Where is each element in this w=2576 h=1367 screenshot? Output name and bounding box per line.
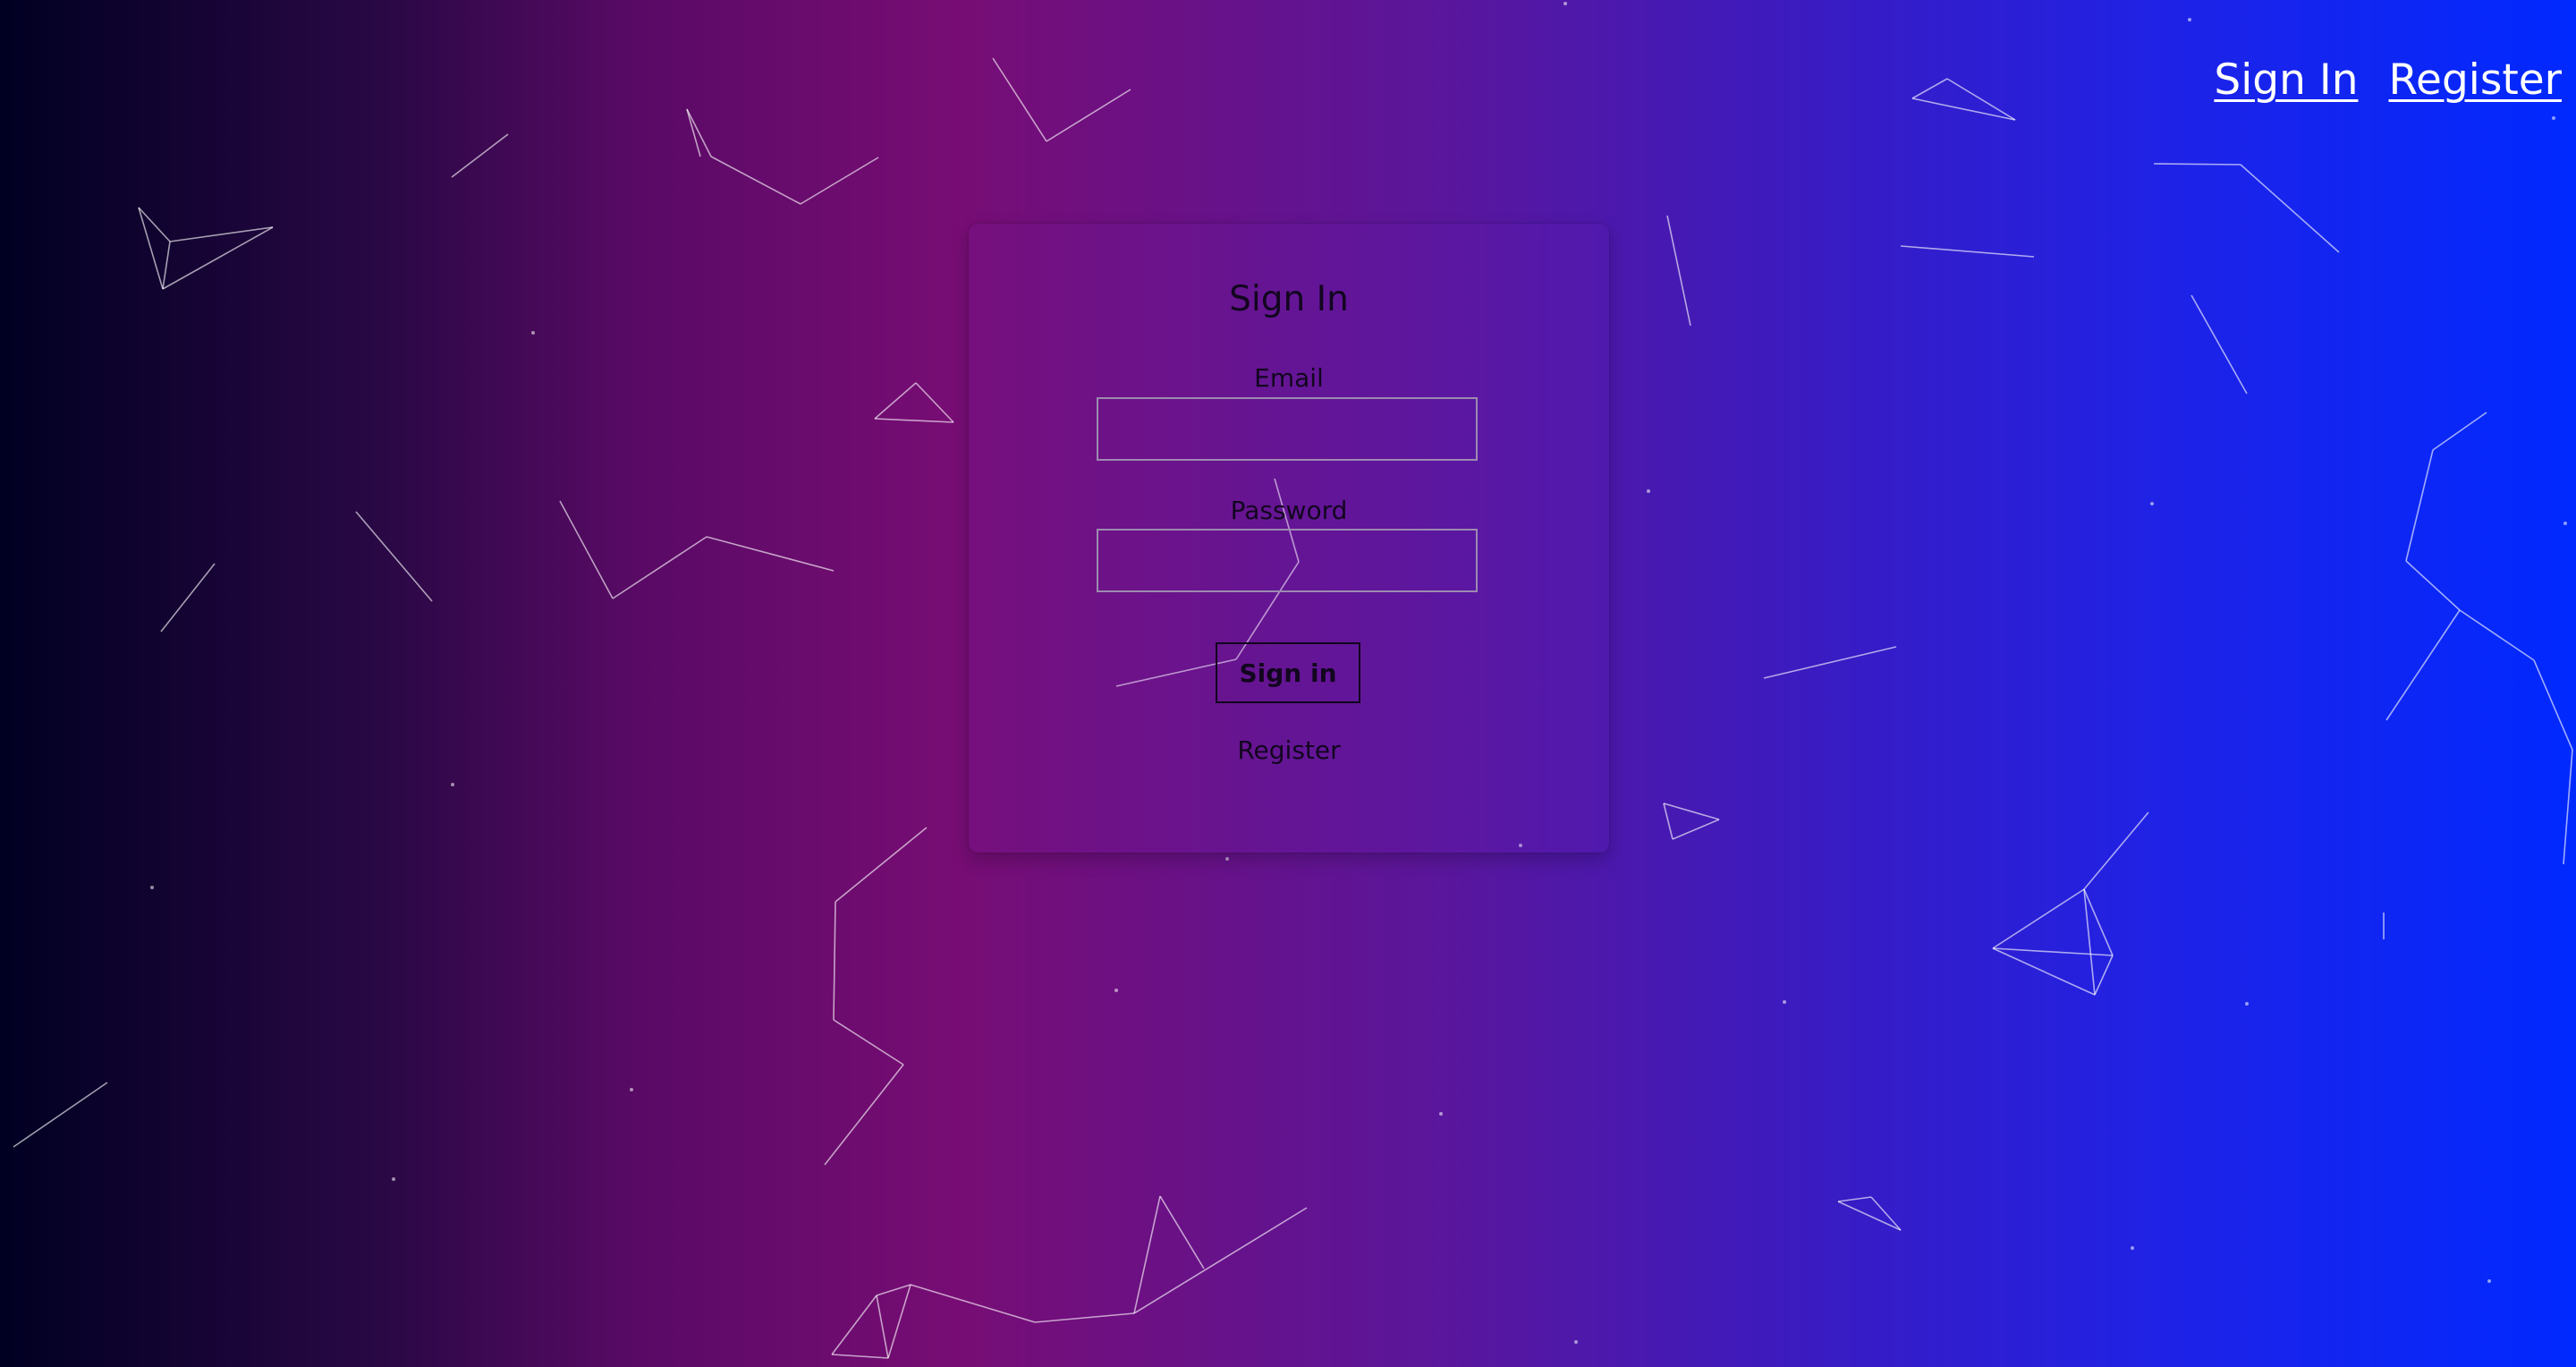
nav-register-link[interactable]: Register (2388, 55, 2562, 105)
sign-in-button[interactable]: Sign in (1216, 642, 1360, 703)
password-label: Password (1230, 496, 1348, 525)
top-navigation: Sign In Register (2214, 55, 2562, 105)
card-title: Sign In (1229, 279, 1349, 319)
sign-in-card: Sign In Email Password Sign in Register (969, 224, 1609, 853)
email-field[interactable] (1097, 397, 1478, 461)
password-field[interactable] (1097, 529, 1478, 592)
register-link[interactable]: Register (969, 735, 1609, 765)
nav-sign-in-link[interactable]: Sign In (2214, 55, 2358, 105)
email-label: Email (1254, 363, 1324, 393)
